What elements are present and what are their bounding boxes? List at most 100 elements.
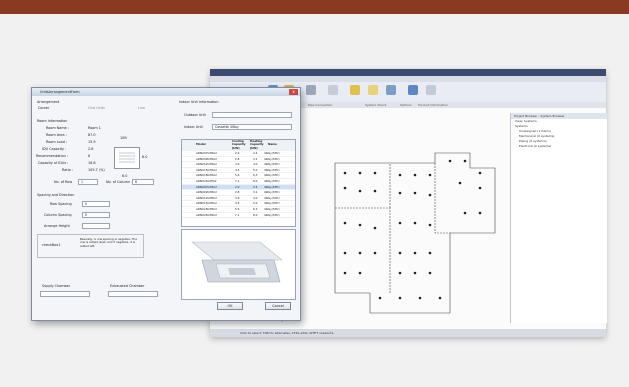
- table-cell: ARNU09GTRC2: [196, 190, 217, 195]
- spacing-heading: Spacing and Direction: [37, 193, 75, 197]
- unit-marker: [413, 173, 417, 177]
- field-value: 16.8: [88, 161, 96, 165]
- table-cell: 4Way(STD): [264, 184, 280, 189]
- room-info-heading: Room Information: [37, 119, 68, 123]
- column-header-name: Name: [268, 142, 278, 146]
- supply-chamber-select[interactable]: [40, 291, 90, 297]
- unit-marker: [448, 159, 452, 163]
- table-cell: 6.3: [253, 206, 258, 211]
- grid-length-bottom: 6.0: [122, 174, 128, 178]
- table-cell: ARNU12GTRC2: [196, 195, 217, 200]
- unit-marker: [413, 271, 417, 275]
- unit-marker: [458, 181, 462, 185]
- grid-length-top: 10ft: [120, 136, 127, 140]
- indoor-unit-table: Model Cooling Capacity [kW] Heating Capa…: [181, 139, 296, 227]
- table-cell: ARNU15GTRA2: [196, 167, 217, 172]
- table-cell: ARNU24GTRC2: [196, 212, 217, 217]
- unit-marker: [343, 171, 347, 175]
- row-spacing-field[interactable]: 0: [82, 201, 110, 207]
- table-cell: 5.0: [253, 167, 258, 172]
- table-cell: 2.4: [253, 151, 258, 155]
- ribbon-icon[interactable]: [350, 85, 360, 95]
- dialog-title-text: UnitsArrangementForm: [40, 90, 80, 94]
- table-cell: 3.6: [235, 162, 240, 167]
- field-value: Room 1: [88, 126, 101, 130]
- column-spacing-field[interactable]: 0: [82, 212, 110, 218]
- unit-marker: [358, 223, 362, 227]
- field-label: Ratio :: [62, 168, 73, 172]
- table-cell: 4Way(STD): [264, 156, 280, 161]
- ribbon-icon[interactable]: [386, 85, 396, 95]
- radio-line[interactable]: Line: [138, 106, 145, 110]
- units-arrangement-dialog: UnitsArrangementForm x Arrangement Corne…: [31, 87, 301, 321]
- close-icon[interactable]: x: [289, 89, 298, 95]
- field-label: IDU Capacity :: [42, 147, 67, 151]
- outdoor-unit-select[interactable]: [212, 112, 292, 118]
- field-value: 6: [88, 154, 91, 158]
- unit-preview-image: [181, 229, 296, 300]
- column-spacing-label: Column Spacing: [44, 213, 72, 217]
- table-cell: 4Way(STD): [264, 190, 280, 195]
- unit-marker: [428, 173, 432, 177]
- ribbon-icon[interactable]: [328, 85, 338, 95]
- grid-length-right: 6.0: [142, 155, 148, 159]
- table-cell: 2.8: [235, 156, 240, 161]
- field-label: Room Load :: [46, 140, 68, 144]
- ribbon-icon[interactable]: [426, 85, 436, 95]
- table-cell: 4Way(STD): [264, 173, 280, 178]
- checkbox-1[interactable]: checkBox1: [42, 243, 60, 247]
- table-cell: 6.3: [253, 173, 258, 178]
- table-cell: ARNU15GTRC2: [196, 201, 217, 206]
- unit-marker: [463, 211, 467, 215]
- unit-marker: [358, 271, 362, 275]
- table-cell: 4Way(STD): [264, 195, 280, 200]
- column-header-heating: Heating Capacity [kW]: [250, 139, 264, 150]
- unit-marker: [343, 271, 347, 275]
- column-count-field[interactable]: 6: [132, 179, 154, 185]
- unit-marker: [378, 296, 382, 300]
- panel-label: System Check: [365, 103, 387, 107]
- exhaust-chamber-select[interactable]: [108, 291, 158, 297]
- row-count-label: No. of Row: [54, 180, 73, 184]
- unit-marker: [398, 296, 402, 300]
- cassette-unit-illustration: [191, 241, 283, 283]
- unit-marker: [428, 223, 432, 227]
- table-cell: 4.5: [235, 167, 240, 172]
- unit-marker: [413, 221, 417, 225]
- field-label: Capacity of IDUs :: [38, 161, 69, 165]
- table-cell: 5.6: [235, 173, 240, 178]
- table-header: Model Cooling Capacity [kW] Heating Capa…: [182, 140, 295, 151]
- table-cell: 7.1: [235, 178, 240, 183]
- unit-marker: [478, 186, 482, 190]
- tree-item[interactable]: Electrical (0 systems): [511, 144, 607, 149]
- table-cell: 3.6: [235, 195, 240, 200]
- cancel-button[interactable]: Cancel: [265, 302, 291, 310]
- row-count-field[interactable]: 1: [78, 179, 98, 185]
- radio-grid-units[interactable]: Grid Units: [88, 106, 105, 110]
- grid-layout-icon: [114, 147, 140, 169]
- unit-marker: [428, 251, 432, 255]
- ok-button[interactable]: OK: [217, 302, 243, 310]
- table-cell: 4Way(STD): [264, 162, 280, 167]
- arrange-height-field[interactable]: [82, 223, 110, 229]
- table-cell: 5.6: [235, 206, 240, 211]
- dialog-title: UnitsArrangementForm x: [32, 88, 300, 96]
- table-cell: 8.0: [253, 178, 258, 183]
- outdoor-unit-label: Outdoor Unit: [184, 113, 206, 117]
- table-row[interactable]: ARNU24GTRC2 7.1 8.0 4Way(STD): [182, 213, 295, 219]
- ribbon-icon[interactable]: [408, 85, 418, 95]
- column-header-model: Model: [196, 142, 206, 146]
- radio-corner[interactable]: Corner: [38, 106, 49, 110]
- floor-plan-drawing[interactable]: [330, 113, 500, 323]
- unit-marker: [418, 296, 422, 300]
- table-body: ARNU07GTRA2 2.0 2.4 4Way(STD) ARNU09GTRA2 2.8…: [182, 151, 295, 219]
- indoor-unit-select[interactable]: Cassette 4Way: [212, 124, 292, 130]
- ribbon-icon[interactable]: [306, 85, 316, 95]
- unit-marker: [373, 189, 377, 193]
- table-cell: 3.1: [253, 156, 258, 161]
- unit-marker: [428, 193, 432, 197]
- unit-marker: [358, 171, 362, 175]
- ribbon-icon[interactable]: [368, 85, 378, 95]
- field-value: 15.9: [88, 140, 96, 144]
- table-cell: 4.5: [235, 201, 240, 206]
